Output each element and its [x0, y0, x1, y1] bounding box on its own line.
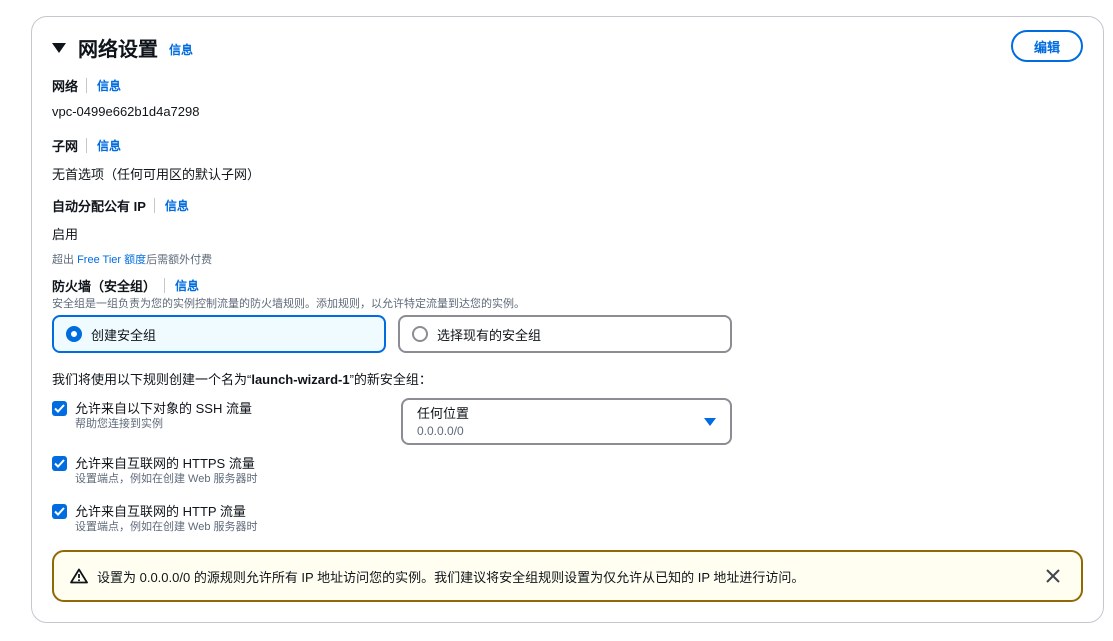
ssh-rule-desc: 帮助您连接到实例	[75, 418, 163, 430]
firewall-description: 安全组是一组负责为您的实例控制流量的防火墙规则。添加规则，以允许特定流量到达您的…	[52, 298, 525, 310]
network-label: 网络	[52, 78, 79, 94]
http-rule-desc: 设置端点，例如在创建 Web 服务器时	[75, 521, 258, 533]
divider	[86, 77, 88, 93]
https-rule-label: 允许来自互联网的 HTTPS 流量	[75, 456, 255, 471]
https-rule-desc: 设置端点，例如在创建 Web 服务器时	[75, 473, 258, 485]
ssh-rule-label: 允许来自以下对象的 SSH 流量	[75, 401, 252, 416]
rules-intro-prefix: 我们将使用以下规则创建一个名为“	[52, 372, 252, 387]
divider	[86, 137, 88, 153]
create-security-group-label: 创建安全组	[91, 327, 157, 343]
create-security-group-option[interactable]: 创建安全组	[52, 315, 386, 353]
https-checkbox[interactable]	[52, 456, 67, 471]
https-rule: 允许来自互联网的 HTTPS 流量 设置端点，例如在创建 Web 服务器时	[52, 456, 258, 487]
public-ip-value: 启用	[52, 227, 79, 242]
free-tier-note: 超出 Free Tier 额度后需额外付费	[52, 251, 212, 267]
caret-down-icon[interactable]	[704, 418, 716, 426]
edit-button[interactable]: 编辑	[1011, 30, 1083, 62]
rules-intro: 我们将使用以下规则创建一个名为“launch-wizard-1”的新安全组：	[52, 369, 432, 388]
divider	[153, 197, 155, 213]
public-ip-label: 自动分配公有 IP	[52, 198, 146, 214]
network-info-link[interactable]: 信息	[97, 77, 121, 94]
close-icon[interactable]	[1043, 566, 1063, 586]
divider	[164, 277, 166, 293]
section-info-link[interactable]: 信息	[169, 41, 193, 58]
select-existing-security-group-option[interactable]: 选择现有的安全组	[398, 315, 732, 353]
http-rule: 允许来自互联网的 HTTP 流量 设置端点，例如在创建 Web 服务器时	[52, 504, 258, 535]
subnet-info-link[interactable]: 信息	[97, 137, 121, 154]
check-icon	[54, 459, 65, 468]
caret-down-icon[interactable]	[52, 43, 66, 53]
public-ip-info-link[interactable]: 信息	[165, 197, 189, 214]
alert-text: 设置为 0.0.0.0/0 的源规则允许所有 IP 地址访问您的实例。我们建议将…	[97, 569, 805, 585]
http-checkbox[interactable]	[52, 504, 67, 519]
ssh-rule: 允许来自以下对象的 SSH 流量 帮助您连接到实例	[52, 401, 252, 432]
free-tier-note-suffix: 后需额外付费	[146, 254, 213, 266]
free-tier-link[interactable]: Free Tier 额度	[77, 254, 146, 266]
network-value: vpc-0499e662b1d4a7298	[52, 104, 200, 119]
firewall-label-row: 防火墙（安全组） 信息	[52, 276, 199, 294]
firewall-info-link[interactable]: 信息	[175, 277, 199, 294]
check-icon	[54, 507, 65, 516]
select-existing-security-group-label: 选择现有的安全组	[437, 327, 542, 343]
check-icon	[54, 404, 65, 413]
radio-selected-icon[interactable]	[66, 326, 82, 342]
subnet-label-row: 子网 信息	[52, 136, 121, 154]
radio-unselected-icon[interactable]	[412, 326, 428, 342]
ssh-source-selected: 任何位置	[417, 406, 470, 421]
ssh-source-cidr: 0.0.0.0/0	[417, 424, 464, 438]
ssh-checkbox[interactable]	[52, 401, 67, 416]
security-group-name: launch-wizard-1	[251, 372, 350, 387]
section-header[interactable]: 网络设置 信息	[52, 33, 193, 61]
firewall-label: 防火墙（安全组）	[52, 278, 157, 294]
http-rule-label: 允许来自互联网的 HTTP 流量	[75, 504, 246, 519]
ssh-source-select[interactable]: 任何位置 0.0.0.0/0	[401, 398, 732, 445]
rules-intro-suffix: ”的新安全组：	[349, 372, 432, 387]
public-ip-label-row: 自动分配公有 IP 信息	[52, 196, 189, 214]
subnet-value: 无首选项（任何可用区的默认子网）	[52, 167, 261, 182]
network-label-row: 网络 信息	[52, 76, 121, 94]
free-tier-note-prefix: 超出	[52, 254, 78, 266]
section-title: 网络设置	[78, 38, 158, 61]
subnet-label: 子网	[52, 138, 79, 154]
warning-icon	[70, 568, 88, 584]
warning-alert: 设置为 0.0.0.0/0 的源规则允许所有 IP 地址访问您的实例。我们建议将…	[52, 550, 1083, 602]
